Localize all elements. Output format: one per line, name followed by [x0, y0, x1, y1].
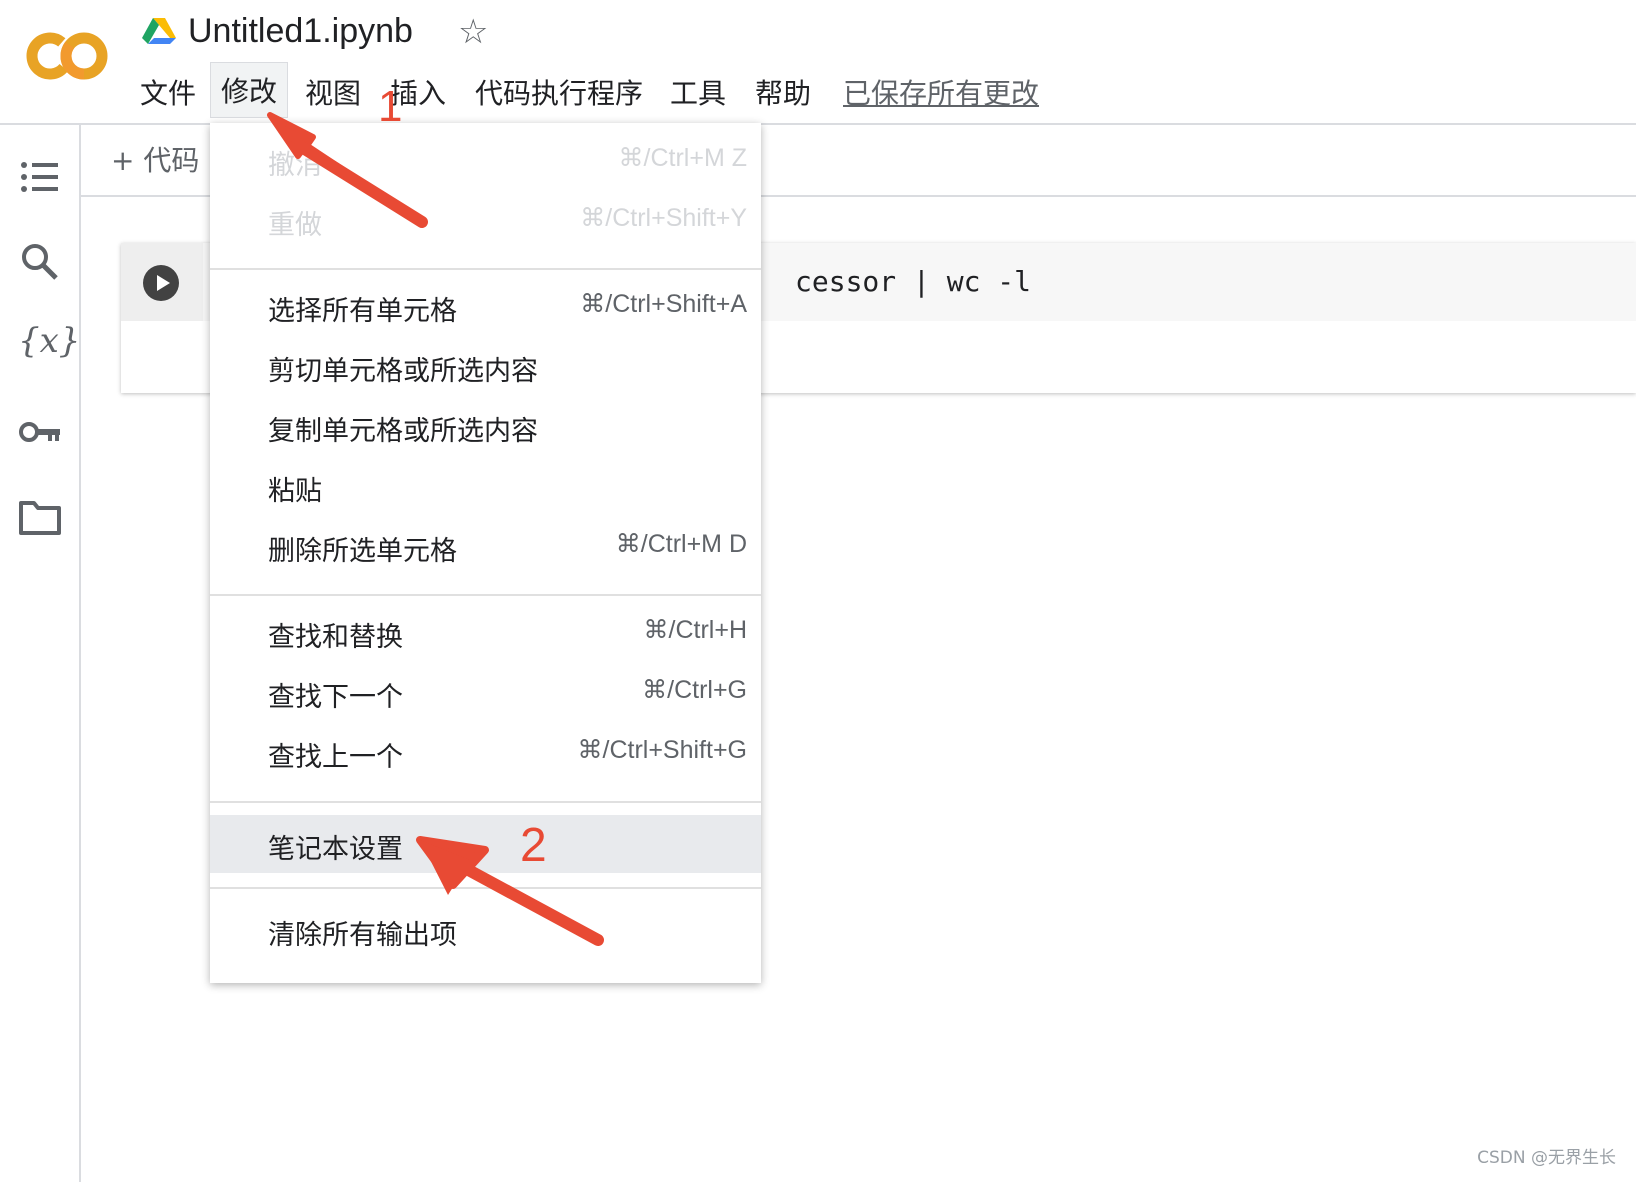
watermark: CSDN @无界生长	[1477, 1148, 1616, 1168]
menu-help[interactable]: 帮助	[755, 72, 811, 112]
menu-divider	[210, 801, 761, 803]
menu-item-label: 剪切单元格或所选内容	[268, 356, 538, 387]
app-header: Untitled1.ipynb ☆ 文件 修改 视图 插入 代码执行程序 工具 …	[0, 0, 1636, 125]
menu-item-undo[interactable]: 撤消 ⌘/Ctrl+M Z	[210, 131, 761, 189]
add-code-button[interactable]: + 代码	[111, 139, 199, 179]
menu-item-label: 笔记本设置	[268, 834, 403, 865]
menu-item-select-all-cells[interactable]: 选择所有单元格 ⌘/Ctrl+Shift+A	[210, 277, 761, 335]
menu-divider	[210, 887, 761, 889]
menu-item-shortcut: ⌘/Ctrl+M D	[615, 530, 747, 558]
menu-view[interactable]: 视图	[305, 72, 361, 112]
menu-item-shortcut: ⌘/Ctrl+M Z	[618, 144, 747, 172]
menu-divider	[210, 594, 761, 596]
search-icon[interactable]	[18, 240, 62, 284]
left-sidebar: {x}	[0, 125, 81, 1182]
menu-divider	[210, 268, 761, 270]
menu-item-notebook-settings[interactable]: 笔记本设置	[210, 815, 761, 873]
menu-runtime[interactable]: 代码执行程序	[475, 72, 643, 112]
menu-item-label: 清除所有输出项	[268, 920, 457, 951]
key-icon[interactable]	[18, 410, 62, 454]
menu-item-label: 复制单元格或所选内容	[268, 416, 538, 447]
menu-item-find-replace[interactable]: 查找和替换 ⌘/Ctrl+H	[210, 603, 761, 661]
menu-item-paste[interactable]: 粘贴	[210, 457, 761, 515]
menu-item-label: 选择所有单元格	[268, 296, 457, 327]
menu-item-shortcut: ⌘/Ctrl+Shift+Y	[580, 204, 747, 232]
menu-item-delete-cells[interactable]: 删除所选单元格 ⌘/Ctrl+M D	[210, 517, 761, 575]
menu-item-label: 查找和替换	[268, 622, 403, 653]
menu-item-label: 粘贴	[268, 476, 322, 507]
menu-item-find-previous[interactable]: 查找上一个 ⌘/Ctrl+Shift+G	[210, 723, 761, 781]
menu-file[interactable]: 文件	[140, 72, 196, 112]
step-1-label: 1	[378, 82, 403, 131]
cell-gutter	[121, 243, 203, 321]
menu-item-label: 查找上一个	[268, 742, 403, 773]
menu-item-label: 重做	[268, 210, 322, 241]
run-cell-button[interactable]	[143, 265, 179, 301]
menu-item-cut[interactable]: 剪切单元格或所选内容	[210, 337, 761, 395]
menu-item-shortcut: ⌘/Ctrl+G	[642, 676, 747, 704]
menu-item-shortcut: ⌘/Ctrl+Shift+G	[577, 736, 748, 764]
menu-item-redo[interactable]: 重做 ⌘/Ctrl+Shift+Y	[210, 191, 761, 249]
star-icon[interactable]: ☆	[458, 12, 488, 52]
table-of-contents-icon[interactable]	[18, 155, 62, 199]
saved-status-link[interactable]: 已保存所有更改	[843, 72, 1039, 112]
notebook-title[interactable]: Untitled1.ipynb	[188, 12, 413, 51]
menu-item-copy[interactable]: 复制单元格或所选内容	[210, 397, 761, 455]
menu-item-shortcut: ⌘/Ctrl+H	[643, 616, 747, 644]
code-text: cessor | wc -l	[795, 265, 1032, 298]
menu-item-label: 查找下一个	[268, 682, 403, 713]
menu-item-find-next[interactable]: 查找下一个 ⌘/Ctrl+G	[210, 663, 761, 721]
google-drive-icon	[142, 18, 176, 44]
menu-item-label: 撤消	[268, 150, 322, 181]
menu-edit[interactable]: 修改	[210, 62, 289, 118]
menu-item-clear-all-outputs[interactable]: 清除所有输出项	[210, 901, 761, 959]
variables-icon[interactable]: {x}	[18, 321, 80, 365]
colab-logo[interactable]	[24, 28, 108, 84]
menu-item-shortcut: ⌘/Ctrl+Shift+A	[580, 290, 747, 318]
edit-menu-dropdown: 撤消 ⌘/Ctrl+M Z 重做 ⌘/Ctrl+Shift+Y 选择所有单元格 …	[210, 123, 761, 983]
menu-item-label: 删除所选单元格	[268, 536, 457, 567]
step-2-label: 2	[520, 819, 547, 872]
folder-icon[interactable]	[18, 495, 62, 539]
menu-tools[interactable]: 工具	[670, 72, 726, 112]
